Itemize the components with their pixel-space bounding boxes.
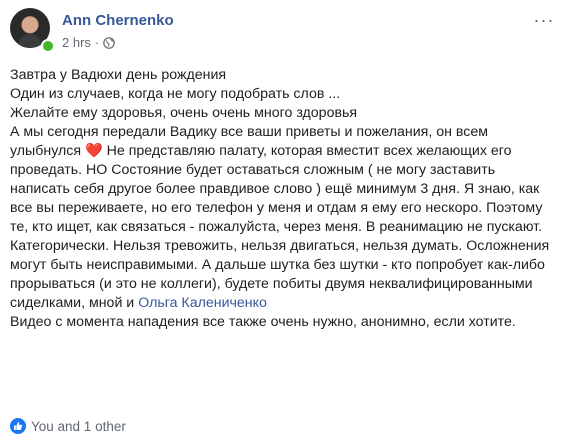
post-paragraph-main: А мы сегодня передали Вадику все ваши пр… <box>10 123 556 313</box>
post-paragraph: Завтра у Вадюхи день рождения <box>10 67 227 83</box>
like-icon <box>10 418 26 434</box>
online-status-dot <box>41 39 55 53</box>
more-dots-icon[interactable]: ··· <box>532 11 556 30</box>
post-time[interactable]: 2 hrs <box>62 35 91 50</box>
post-header: Ann Chernenko 2 hrs · ··· <box>10 8 556 58</box>
heart-emoji-icon: ❤️ <box>85 143 103 159</box>
post-paragraph: Один из случаев, когда не могу подобрать… <box>10 86 341 102</box>
post-paragraph-text: Не представляю палату, которая вместит в… <box>10 143 554 311</box>
post-text: Завтра у Вадюхи день рождения Один из сл… <box>10 66 556 332</box>
author-name[interactable]: Ann Chernenko <box>62 12 174 29</box>
post-paragraph: Видео с момента нападения все также очен… <box>10 314 516 330</box>
meta-separator: · <box>94 35 100 50</box>
mention-link[interactable]: Ольга Калениченко <box>138 295 267 311</box>
globe-icon[interactable] <box>103 36 116 49</box>
post-paragraph: Желайте ему здоровья, очень очень много … <box>10 105 358 121</box>
post-meta: 2 hrs · <box>62 35 116 50</box>
reactions-text[interactable]: You and 1 other <box>31 419 126 434</box>
reactions-bar[interactable]: You and 1 other <box>10 418 126 434</box>
